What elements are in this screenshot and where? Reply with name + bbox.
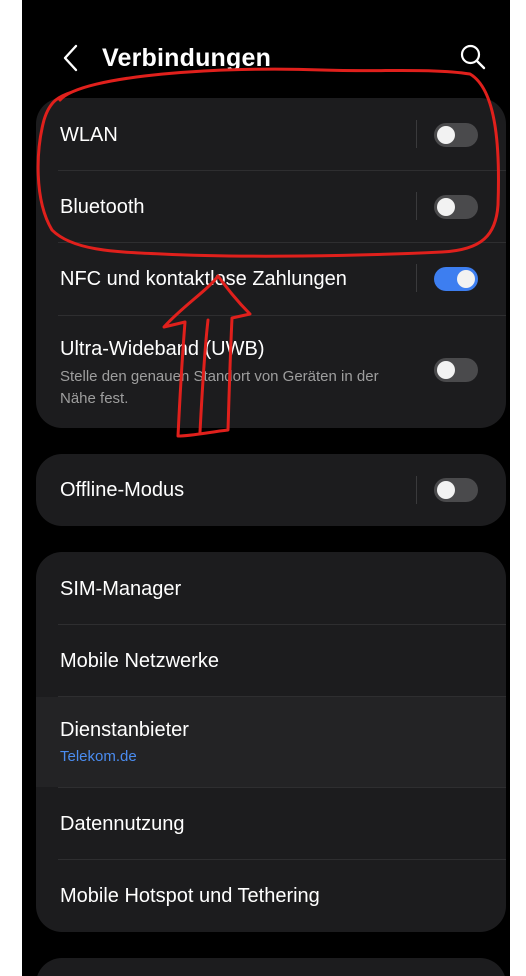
next-group [36,958,506,976]
data-usage-label: Datennutzung [60,813,185,835]
divider [416,120,417,148]
page-title: Verbindungen [102,44,272,72]
hotspot-row[interactable]: Mobile Hotspot und Tethering [36,860,506,932]
divider [416,476,417,504]
wlan-row[interactable]: WLAN [36,98,506,170]
uwb-label: Ultra-Wideband (UWB) [60,338,265,360]
provider-label: Dienstanbieter [60,719,189,741]
offline-toggle[interactable] [434,478,478,502]
toggle-knob [437,198,455,216]
network-group: SIM-Manager Mobile Netzwerke Dienstanbie… [36,552,506,932]
uwb-subtitle: Stelle den genauen Standort von Geräten … [60,368,379,407]
toggle-knob [457,270,475,288]
data-usage-row[interactable]: Datennutzung [36,788,506,859]
uwb-toggle[interactable] [434,358,478,382]
provider-subtitle[interactable]: Telekom.de [60,748,137,765]
mobile-networks-label: Mobile Netzwerke [60,650,219,672]
phone-screen: Verbindungen WLAN Bluetooth NFC und kont… [22,0,510,976]
provider-row[interactable]: Dienstanbieter Telekom.de [36,697,506,787]
offline-label: Offline-Modus [60,479,185,501]
offline-group: Offline-Modus [36,454,506,526]
chevron-left-icon[interactable] [58,42,84,74]
nfc-toggle[interactable] [434,267,478,291]
divider [416,264,417,292]
nfc-row[interactable]: NFC und kontaktlose Zahlungen [36,243,506,315]
toggle-knob [437,481,455,499]
search-icon[interactable] [458,42,488,72]
offline-row[interactable]: Offline-Modus [36,454,506,526]
wlan-toggle[interactable] [434,123,478,147]
uwb-row[interactable]: Ultra-Wideband (UWB) Stelle den genauen … [36,316,506,428]
nfc-label: NFC und kontaktlose Zahlungen [60,268,347,290]
divider [416,192,417,220]
bluetooth-toggle[interactable] [434,195,478,219]
mobile-networks-row[interactable]: Mobile Netzwerke [36,625,506,696]
toggle-knob [437,361,455,379]
sim-manager-row[interactable]: SIM-Manager [36,552,506,624]
connections-group: WLAN Bluetooth NFC und kontaktlose Zahlu… [36,98,506,428]
app-header: Verbindungen [22,30,510,90]
bluetooth-label: Bluetooth [60,196,145,218]
bluetooth-row[interactable]: Bluetooth [36,171,506,242]
toggle-knob [437,126,455,144]
sim-manager-label: SIM-Manager [60,578,182,600]
wlan-label: WLAN [60,124,118,146]
hotspot-label: Mobile Hotspot und Tethering [60,885,320,907]
